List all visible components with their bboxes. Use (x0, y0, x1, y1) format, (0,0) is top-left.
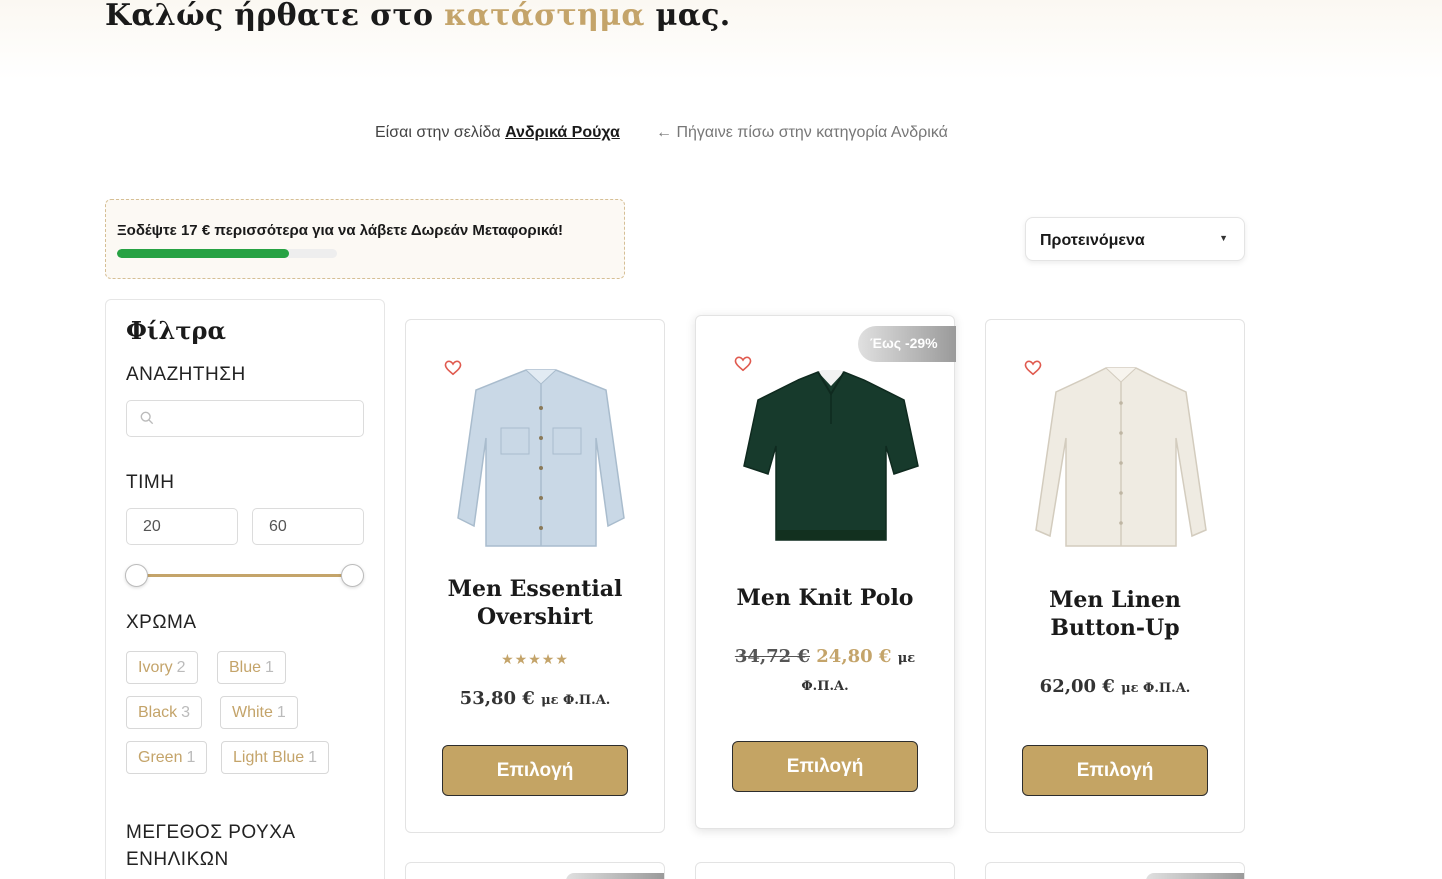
product-image[interactable] (1026, 358, 1216, 553)
page-title: Καλώς ήρθατε στο κατάστημα μας. (105, 0, 731, 33)
product-card[interactable] (985, 862, 1245, 879)
search-icon (140, 411, 154, 425)
product-name[interactable]: Men Knit Polo (696, 584, 954, 612)
sort-selected-value: Προτεινόμενα (1040, 232, 1145, 249)
price-slider-max-handle[interactable] (341, 564, 364, 587)
chevron-down-icon: ▼ (1219, 233, 1228, 243)
sort-select[interactable]: Προτεινόμενα ▼ (1025, 217, 1245, 261)
price-slider-track (136, 574, 352, 577)
color-heading: ΧΡΩΜΑ (126, 612, 197, 633)
filters-panel: Φίλτρα ΑΝΑΖΗΤΗΣΗ ΤΙΜΗ 20 60 ΧΡΩΜΑ Ivory 2… (105, 299, 385, 879)
price-min-input[interactable]: 20 (126, 508, 238, 545)
size-heading: ΜΕΓΕΘΟΣ ΡΟΥΧΑ ΕΝΗΛΙΚΩΝ (126, 822, 296, 870)
price-heading: ΤΙΜΗ (126, 472, 175, 493)
color-chip-blue[interactable]: Blue 1 (217, 651, 286, 684)
hero-banner: Καλώς ήρθατε στο κατάστημα μας. (0, 0, 1442, 80)
select-button[interactable]: Επιλογή (732, 741, 918, 792)
back-to-category-link[interactable]: ← Πήγαινε πίσω στην κατηγορία Ανδρικά (656, 124, 948, 142)
product-sale-price: 24,80 € (816, 646, 892, 667)
free-shipping-progress-fill (117, 249, 289, 258)
select-button[interactable]: Επιλογή (1022, 745, 1208, 796)
product-image[interactable] (446, 358, 636, 553)
color-chip-ivory[interactable]: Ivory 2 (126, 651, 198, 684)
product-price: 34,72 € 24,80 € με Φ.Π.Α. (734, 646, 916, 694)
free-shipping-message: Ξοδέψτε 17 € περισσότερα για να λάβετε Δ… (117, 222, 563, 239)
product-price: 53,80 € με Φ.Π.Α. (459, 688, 611, 709)
color-chip-black[interactable]: Black 3 (126, 696, 203, 729)
product-name[interactable]: Men Linen Button-Up (986, 586, 1244, 642)
product-price: 62,00 € με Φ.Π.Α. (1039, 676, 1191, 697)
search-heading: ΑΝΑΖΗΤΗΣΗ (126, 364, 246, 385)
breadcrumb-current-link[interactable]: Ανδρικά Ρούχα (505, 124, 620, 141)
product-image[interactable] (736, 354, 926, 549)
color-chip-white[interactable]: White 1 (220, 696, 298, 729)
color-chip-light-blue[interactable]: Light Blue 1 (221, 741, 330, 774)
color-chip-green[interactable]: Green 1 (126, 741, 208, 774)
product-card[interactable] (695, 862, 955, 879)
product-card[interactable]: Men Essential Overshirt ★★★★★ 53,80 € με … (405, 319, 665, 833)
product-card[interactable]: Έως -29% Men Knit Polo 34,72 € 24,80 € μ… (695, 315, 956, 829)
discount-badge (566, 873, 664, 879)
select-button[interactable]: Επιλογή (442, 745, 628, 796)
product-old-price: 34,72 € (734, 646, 810, 667)
price-max-input[interactable]: 60 (252, 508, 364, 545)
filters-title: Φίλτρα (126, 316, 226, 345)
search-input[interactable] (126, 400, 364, 437)
discount-badge (1146, 873, 1244, 879)
product-card[interactable] (405, 862, 665, 879)
breadcrumb-current: Είσαι στην σελίδα Ανδρικά Ρούχα (375, 124, 620, 141)
price-slider-min-handle[interactable] (125, 564, 148, 587)
free-shipping-progress-bar (117, 249, 337, 258)
product-name[interactable]: Men Essential Overshirt (406, 575, 664, 631)
product-rating-stars: ★★★★★ (501, 651, 569, 667)
product-card[interactable]: Men Linen Button-Up 62,00 € με Φ.Π.Α. Επι… (985, 319, 1245, 833)
free-shipping-notice: Ξοδέψτε 17 € περισσότερα για να λάβετε Δ… (105, 199, 625, 279)
